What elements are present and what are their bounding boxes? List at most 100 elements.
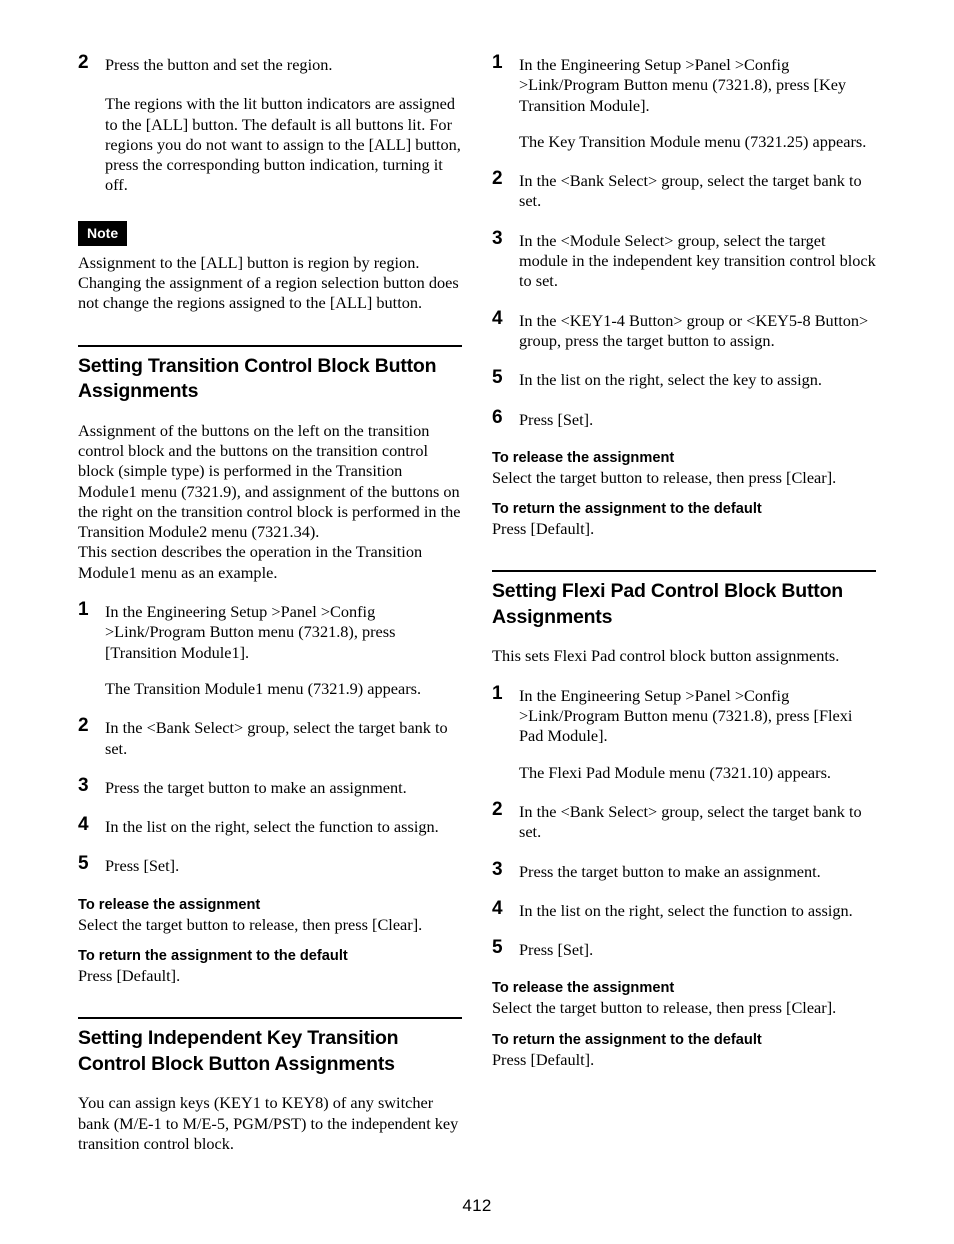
- section-divider: [78, 1017, 462, 1020]
- section-intro: You can assign keys (KEY1 to KEY8) of an…: [78, 1093, 459, 1153]
- step-number: 4: [492, 307, 503, 329]
- step-number: 5: [492, 367, 503, 389]
- step-text: In the Engineering Setup >Panel >Config …: [519, 55, 847, 115]
- step-number: 3: [492, 858, 503, 880]
- step-number: 2: [492, 168, 503, 190]
- step-item: 5 Press [Set].: [78, 853, 462, 876]
- step-number: 1: [492, 682, 503, 704]
- step-number: 2: [78, 715, 89, 737]
- step-text: In the list on the right, select the fun…: [519, 900, 853, 920]
- step-text: Press the button and set the region.: [105, 55, 333, 74]
- release-text: Select the target button to release, the…: [492, 998, 837, 1018]
- step-result: The Flexi Pad Module menu (7321.10) appe…: [519, 762, 831, 782]
- step-text: In the list on the right, select the key…: [519, 370, 822, 390]
- default-text: Press [Default].: [492, 1049, 595, 1069]
- section-transition-control-block: Setting Transition Control Block Button …: [78, 344, 462, 987]
- step-item: 4 In the <KEY1-4 Button> group or <KEY5-…: [492, 307, 876, 352]
- step-result: The Key Transition Module menu (7321.25)…: [519, 131, 867, 151]
- step-text: Press [Set].: [519, 940, 594, 960]
- step-text: Press the target button to make an assig…: [105, 777, 407, 797]
- step-number: 5: [492, 937, 503, 959]
- step-result: The Transition Module1 menu (7321.9) app…: [105, 678, 422, 698]
- left-column: 2 Press the button and set the region. T…: [78, 52, 462, 1154]
- step-item: 6 Press [Set].: [492, 406, 876, 430]
- default-heading: To return the assignment to the default: [492, 1031, 762, 1048]
- default-heading: To return the assignment to the default: [492, 501, 762, 518]
- step-number: 4: [492, 897, 503, 919]
- page-number: 412: [462, 1196, 492, 1215]
- step-item: 2 Press the button and set the region.: [78, 52, 462, 75]
- step-detail-paragraph: The regions with the lit button indicato…: [105, 94, 461, 195]
- step-number: 6: [492, 406, 503, 428]
- section-title: Setting Transition Control Block Button …: [78, 354, 437, 403]
- section-intro: Assignment of the buttons on the left on…: [78, 420, 461, 542]
- default-text: Press [Default].: [78, 966, 181, 986]
- step-item: 1 In the Engineering Setup >Panel >Confi…: [492, 682, 876, 747]
- note-badge: Note: [78, 220, 128, 246]
- step-item: 2 In the <Bank Select> group, select the…: [492, 798, 876, 843]
- step-item: 2 In the <Bank Select> group, select the…: [78, 715, 462, 759]
- section-divider: [78, 344, 462, 347]
- release-text: Select the target button to release, the…: [78, 914, 423, 934]
- step-item: 4 In the list on the right, select the f…: [492, 897, 876, 921]
- step-text: In the <Module Select> group, select the…: [519, 230, 876, 291]
- step-text: In the <KEY1-4 Button> group or <KEY5-8 …: [519, 310, 869, 350]
- section-independent-key-transition: Setting Independent Key Transition Contr…: [78, 1017, 462, 1154]
- step-number: 2: [78, 52, 89, 73]
- release-heading: To release the assignment: [492, 449, 675, 466]
- section-title: Setting Independent Key Transition Contr…: [78, 1027, 399, 1075]
- right-column: 1 In the Engineering Setup >Panel >Confi…: [492, 52, 876, 1070]
- step-number: 2: [492, 798, 503, 820]
- step-item: 5 In the list on the right, select the k…: [492, 367, 876, 390]
- step-item: 3 Press the target button to make an ass…: [492, 858, 876, 882]
- step-number: 3: [492, 227, 503, 249]
- section-intro-2: This section describes the operation in …: [78, 542, 423, 582]
- note-text: Assignment to the [ALL] button is region…: [78, 252, 459, 313]
- section-flexi-pad-control-block: Setting Flexi Pad Control Block Button A…: [492, 570, 876, 1070]
- release-heading: To release the assignment: [78, 896, 261, 913]
- step-item: 1 In the Engineering Setup >Panel >Confi…: [492, 52, 876, 116]
- section-intro: This sets Flexi Pad control block button…: [492, 646, 840, 666]
- release-text: Select the target button to release, the…: [492, 467, 837, 487]
- note-block: Note Assignment to the [ALL] button is r…: [78, 220, 462, 314]
- step-text: In the list on the right, select the fun…: [105, 817, 439, 837]
- step-number: 5: [78, 853, 89, 875]
- step-item: 3 Press the target button to make an ass…: [78, 774, 462, 798]
- section-title: Setting Flexi Pad Control Block Button A…: [492, 580, 843, 628]
- step-text: In the <Bank Select> group, select the t…: [519, 801, 862, 842]
- step-number: 1: [78, 599, 89, 621]
- step-item: 3 In the <Module Select> group, select t…: [492, 227, 876, 292]
- step-number: 3: [78, 774, 89, 796]
- step-text: In the Engineering Setup >Panel >Config …: [105, 602, 396, 662]
- step-text: Press [Set].: [519, 409, 594, 429]
- step-text: In the <Bank Select> group, select the t…: [519, 171, 862, 211]
- step-item: 4 In the list on the right, select the f…: [78, 815, 462, 837]
- manual-page: 2 Press the button and set the region. T…: [0, 0, 954, 1244]
- step-number: 1: [492, 52, 503, 73]
- step-item: 5 Press [Set].: [492, 937, 876, 960]
- release-heading: To release the assignment: [492, 980, 675, 997]
- step-item: 1 In the Engineering Setup >Panel >Confi…: [78, 599, 462, 663]
